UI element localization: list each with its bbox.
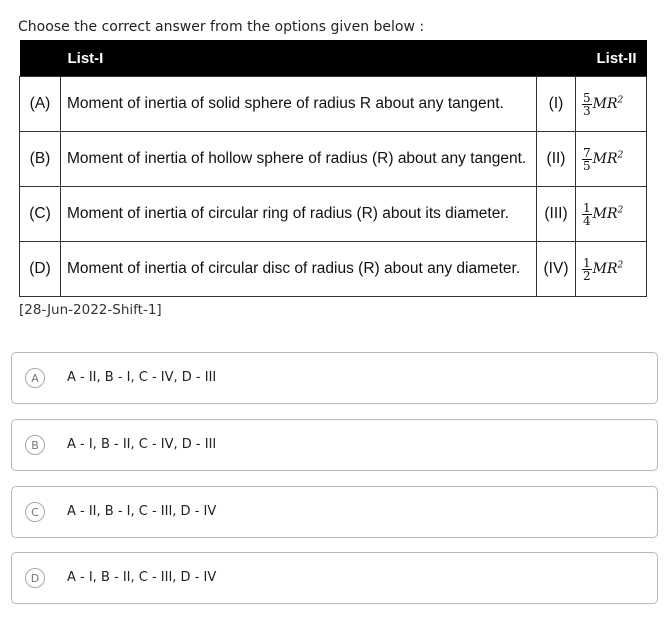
row-label: (D) <box>19 241 61 297</box>
option-letter-badge: A <box>25 368 45 388</box>
question-prompt: Choose the correct answer from the optio… <box>18 19 425 35</box>
row-description: Moment of inertia of circular disc of ra… <box>60 241 537 297</box>
row-label: (B) <box>19 131 61 187</box>
option-text: A - II, B - I, C - IV, D - III <box>67 370 217 385</box>
fraction: 75 <box>582 145 592 173</box>
fraction: 14 <box>582 200 592 228</box>
row-description: Moment of inertia of circular ring of ra… <box>60 186 537 242</box>
match-table: List-I List-II (A) Moment of inertia of … <box>19 40 647 297</box>
fraction: 12 <box>582 255 592 283</box>
table-row: (B) Moment of inertia of hollow sphere o… <box>19 131 647 187</box>
row-formula: 7 5 MR2 <box>575 131 647 187</box>
row-formula: 1 4 MR2 <box>575 186 647 242</box>
option-letter-badge: C <box>25 502 45 522</box>
option-text: A - I, B - II, C - IV, D - III <box>67 437 217 452</box>
option-c[interactable]: C A - II, B - I, C - III, D - IV <box>11 486 658 538</box>
row-formula: 5 3 MR2 <box>575 76 647 132</box>
row-description: Moment of inertia of hollow sphere of ra… <box>60 131 537 187</box>
row-roman-numeral: (II) <box>536 131 576 187</box>
row-roman-numeral: (IV) <box>536 241 576 297</box>
list-1-header: List-I <box>19 40 537 77</box>
row-roman-numeral: (I) <box>536 76 576 132</box>
list-2-header: List-II <box>536 40 647 77</box>
fraction: 53 <box>582 90 592 118</box>
option-text: A - II, B - I, C - III, D - IV <box>67 504 217 519</box>
row-label: (C) <box>19 186 61 242</box>
option-letter-badge: B <box>25 435 45 455</box>
table-row: (D) Moment of inertia of circular disc o… <box>19 241 647 297</box>
option-a[interactable]: A A - II, B - I, C - IV, D - III <box>11 352 658 404</box>
row-roman-numeral: (III) <box>536 186 576 242</box>
row-description: Moment of inertia of solid sphere of rad… <box>60 76 537 132</box>
question-source-tag: [28-Jun-2022-Shift-1] <box>19 302 162 318</box>
table-row: (A) Moment of inertia of solid sphere of… <box>19 76 647 132</box>
option-b[interactable]: B A - I, B - II, C - IV, D - III <box>11 419 658 471</box>
option-letter-badge: D <box>25 568 45 588</box>
table-header-row: List-I List-II <box>19 40 647 77</box>
option-d[interactable]: D A - I, B - II, C - III, D - IV <box>11 552 658 604</box>
row-label: (A) <box>19 76 61 132</box>
option-text: A - I, B - II, C - III, D - IV <box>67 570 217 585</box>
table-row: (C) Moment of inertia of circular ring o… <box>19 186 647 242</box>
row-formula: 1 2 MR2 <box>575 241 647 297</box>
